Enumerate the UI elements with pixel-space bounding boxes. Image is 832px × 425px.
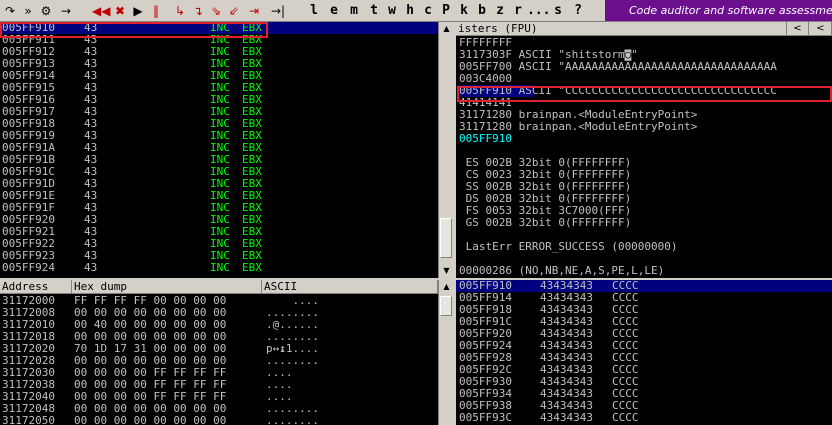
disasm-mnemonic: INC — [210, 261, 230, 274]
toolbar-button-c[interactable]: c — [419, 3, 437, 19]
dump-row[interactable]: 31172050 00 00 00 00 00 00 00 00........ — [0, 415, 438, 425]
toolbar-button-s[interactable]: s — [549, 3, 567, 19]
debug-run-icon[interactable]: ⚙ — [38, 3, 54, 19]
arrow-icon[interactable]: → — [58, 3, 74, 19]
toolbar-button-P[interactable]: P — [437, 3, 455, 19]
hex-dump-pane[interactable]: 31172000 FF FF FF FF 00 00 00 00 .... 3117… — [0, 295, 438, 425]
highlight-box-registers — [457, 86, 832, 102]
scroll-down-arrow-icon[interactable]: ▼ — [439, 264, 454, 278]
stack-row[interactable]: 005FF93C 43434343 CCCC — [456, 412, 832, 424]
dump-header-hex[interactable]: Hex dump — [72, 280, 262, 294]
toolbar-button-t[interactable]: t — [365, 3, 383, 19]
disasm-row[interactable]: 005FF924 43 INC EBX — [0, 262, 438, 274]
disasm-operand: EBX — [242, 261, 262, 274]
stack-row[interactable]: 005FF938 43434343 CCCC — [456, 400, 832, 412]
stack-row[interactable]: 005FF928 43434343 CCCC — [456, 352, 832, 364]
stack-row[interactable]: 005FF930 43434343 CCCC — [456, 376, 832, 388]
stack-row[interactable]: 005FF918 43434343 CCCC — [456, 304, 832, 316]
registers-title: isters (FPU) — [458, 22, 538, 35]
dump-scroll-thumb[interactable] — [440, 296, 452, 316]
register-line[interactable]: GS 002B 32bit 0(FFFFFFFF) — [459, 217, 632, 229]
stack-address: 005FF93C — [459, 411, 512, 424]
back-icon[interactable]: ◀◀ — [92, 3, 110, 19]
dump-ascii: ........ — [266, 414, 319, 425]
animate-icon[interactable]: » — [20, 3, 36, 19]
stack-row[interactable]: 005FF91C 43434343 CCCC — [456, 316, 832, 328]
toolbar-button-more[interactable]: ... — [527, 3, 550, 19]
toolbar-button-z[interactable]: z — [491, 3, 509, 19]
toolbar-button-r[interactable]: r — [509, 3, 527, 19]
highlight-box-disasm — [0, 22, 268, 38]
register-line[interactable]: LastErr ERROR_SUCCESS (00000000) — [459, 241, 678, 253]
trace-over-icon[interactable]: ⇙ — [226, 3, 242, 19]
dump-scroll-up-arrow-icon[interactable]: ▲ — [439, 280, 454, 294]
stack-row[interactable]: 005FF92C 43434343 CCCC — [456, 364, 832, 376]
toolbar-button-b[interactable]: b — [473, 3, 491, 19]
dump-scrollbar[interactable]: ▲ — [438, 280, 454, 425]
disassembly-scrollbar[interactable]: ▲ ▼ — [438, 22, 454, 278]
toolbar-button-k[interactable]: k — [455, 3, 473, 19]
promo-banner[interactable]: Code auditor and software assessment spe… — [605, 0, 832, 21]
scroll-up-arrow-icon[interactable]: ▲ — [439, 22, 454, 36]
go-to-icon[interactable]: →| — [270, 3, 286, 19]
step-into-icon[interactable]: ↳ — [172, 3, 188, 19]
stack-value: 43434343 — [540, 411, 593, 424]
stack-row[interactable]: 005FF914 43434343 CCCC — [456, 292, 832, 304]
toolbar-button-m[interactable]: m — [345, 3, 363, 19]
stack-row[interactable]: 005FF924 43434343 CCCC — [456, 340, 832, 352]
disasm-address: 005FF924 — [2, 261, 55, 274]
dump-address: 31172050 — [2, 414, 55, 425]
dump-header-ascii[interactable]: ASCII — [262, 280, 438, 294]
toolbar-button-e[interactable]: e — [325, 3, 343, 19]
stack-ascii: CCCC — [612, 411, 639, 424]
step-over2-icon[interactable]: ↴ — [190, 3, 206, 19]
stack-row[interactable]: 005FF920 43434343 CCCC — [456, 328, 832, 340]
toolbar-button-w[interactable]: w — [383, 3, 401, 19]
disassembly-pane[interactable]: 005FF910 43 INC EBX 005FF911 43 INC EBX 005FF912… — [0, 22, 438, 278]
registers-prev-button[interactable]: < — [786, 22, 808, 35]
disasm-hex: 43 — [84, 261, 98, 274]
stack-row[interactable]: 005FF934 43434343 CCCC — [456, 388, 832, 400]
step-over-icon[interactable]: ↷ — [2, 3, 18, 19]
registers-pane[interactable]: FFFFFFFF 3117303F ASCII "shitstorm◙" 005FF… — [456, 37, 832, 278]
registers-header[interactable]: isters (FPU) < < — [456, 22, 832, 36]
toolbar-button-help[interactable]: ? — [569, 3, 587, 19]
dump-header-address[interactable]: Address — [0, 280, 72, 294]
registers-next-button[interactable]: < — [808, 22, 831, 35]
execute-till-return-icon[interactable]: ⇥ — [246, 3, 262, 19]
toolbar-button-h[interactable]: h — [401, 3, 419, 19]
play-icon[interactable]: ▶ — [130, 3, 146, 19]
forward-icon[interactable]: ✖ — [112, 3, 128, 19]
toolbar: ↷» ⚙ → ◀◀ ✖ ▶ ‖ ↳ ↴ ⇘ ⇙ ⇥ →| l e m t w h c Pk b z r... s? Code … — [0, 0, 832, 22]
stack-pane[interactable]: 005FF910 43434343 CCCC 005FF914 43434343 CCCC… — [456, 280, 832, 425]
trace-into-icon[interactable]: ⇘ — [208, 3, 224, 19]
register-line[interactable]: 005FF910 — [459, 133, 512, 145]
scroll-thumb[interactable] — [440, 218, 452, 258]
register-line[interactable]: 00000286 (NO,NB,NE,A,S,PE,L,LE) — [459, 265, 664, 277]
pause-icon[interactable]: ‖ — [148, 3, 164, 19]
toolbar-button-l[interactable]: l — [305, 3, 323, 19]
stack-row[interactable]: 005FF910 43434343 CCCC — [456, 280, 832, 292]
dump-hex: 00 00 00 00 00 00 00 00 — [74, 414, 227, 425]
